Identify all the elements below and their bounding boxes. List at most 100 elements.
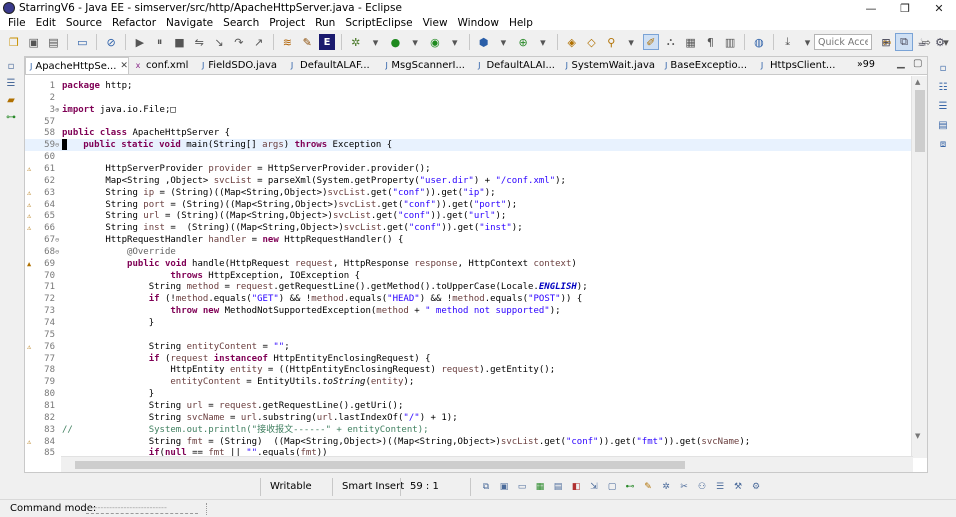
quick-access-input[interactable] (814, 34, 872, 50)
code-line[interactable]: ⚠ 61 HttpServerProvider provider = HttpSe… (25, 163, 913, 175)
tab-fieldsdo[interactable]: J FieldSDO.java (197, 57, 283, 74)
restore-icon[interactable]: ▫ (3, 59, 19, 73)
word-wrap-icon[interactable]: ▥ (722, 34, 738, 50)
tab-httpsclient[interactable]: J HttpsClient... (753, 57, 843, 74)
disconnect-icon[interactable]: ⇋ (191, 34, 207, 50)
code-text[interactable]: } (62, 388, 154, 400)
settings-icon[interactable]: ⚙ (748, 480, 764, 494)
tab-conf-xml[interactable]: x conf.xml (129, 57, 197, 74)
code-text[interactable]: package http; (62, 80, 132, 92)
code-text[interactable]: public static void main(String[] args) t… (62, 139, 392, 151)
code-line[interactable]: 72 if (!method.equals("GET") && !method.… (25, 293, 913, 305)
code-text[interactable]: String inst = (String)((Map<String,Objec… (62, 222, 522, 234)
expand-fold-icon[interactable]: ⊕ (55, 104, 59, 116)
code-text[interactable]: throw new MethodNotSupportedException(me… (62, 305, 560, 317)
debug-perspective-icon[interactable]: ⚙ (931, 33, 949, 51)
tab-msgscanner[interactable]: J MsgScannerI... (381, 57, 471, 74)
block-selection-icon[interactable]: ▦ (683, 34, 699, 50)
mark-occurrences-icon[interactable]: ✐ (643, 34, 659, 50)
code-line[interactable]: 3 ⊕ import java.io.File;□ (25, 104, 913, 116)
code-line[interactable]: 60 (25, 151, 913, 163)
code-line[interactable]: ⚠ 76 String entityContent = ""; (25, 341, 913, 353)
run-icon[interactable]: ● (387, 34, 403, 50)
type-hierarchy-icon[interactable]: ⊶ (3, 110, 19, 124)
code-line[interactable]: 1 package http; (25, 80, 913, 92)
package-explorer-icon[interactable]: ▰ (3, 93, 19, 107)
code-text[interactable]: public class ApacheHttpServer { (62, 127, 230, 139)
show-whitespace-icon[interactable]: ¶ (702, 34, 718, 50)
outline-icon[interactable]: ☷ (935, 80, 951, 94)
tab-defaultalaf[interactable]: J DefaultALAF... (283, 57, 381, 74)
code-line[interactable]: 58 public class ApacheHttpServer { (25, 127, 913, 139)
java-perspective-icon[interactable]: ☕ (913, 33, 931, 51)
code-line[interactable]: 81 String url = request.getRequestLine()… (25, 400, 913, 412)
new-class-icon[interactable]: ⊕ (515, 34, 531, 50)
list-icon[interactable]: ☰ (712, 480, 728, 494)
gear-icon[interactable]: ✲ (658, 480, 674, 494)
chart-icon[interactable]: ◧ (568, 480, 584, 494)
code-text[interactable]: String svcName = url.substring(url.lastI… (62, 412, 458, 424)
code-line[interactable]: ⚠ 84 String fmt = (String) ((Map<String,O… (25, 436, 913, 448)
new-icon[interactable]: ❒ (6, 34, 22, 50)
monitor-icon[interactable]: ▢ (604, 480, 620, 494)
skip-breakpoints-icon[interactable]: ⊘ (103, 34, 119, 50)
search-icon[interactable]: ⚲ (603, 34, 619, 50)
code-line[interactable]: 82 String svcName = url.substring(url.la… (25, 412, 913, 424)
save-icon[interactable]: ▣ (26, 34, 42, 50)
collapse-fold-icon[interactable]: ⊖ (55, 139, 59, 151)
dropdown-icon[interactable]: ▾ (407, 34, 423, 50)
vertical-scrollbar[interactable]: ▲ ▼ (911, 76, 927, 458)
servers-icon[interactable]: ⧈ (935, 137, 951, 151)
code-line[interactable]: 71 String method = request.getRequestLin… (25, 281, 913, 293)
dropdown-icon[interactable]: ▾ (447, 34, 463, 50)
code-line[interactable]: 79 entityContent = EntityUtils.toString(… (25, 376, 913, 388)
code-line[interactable]: 73 throw new MethodNotSupportedException… (25, 305, 913, 317)
code-text[interactable]: @Override (62, 246, 176, 258)
code-text[interactable]: String ip = (String)((Map<String,Object>… (62, 187, 495, 199)
terminal-icon[interactable]: ▭ (74, 34, 90, 50)
horizontal-scrollbar[interactable] (61, 456, 913, 472)
menu-search[interactable]: Search (218, 17, 264, 29)
code-text[interactable]: HttpRequestHandler handler = new HttpReq… (62, 234, 403, 246)
command-input[interactable]: ---------------------------- (86, 503, 198, 514)
resume-icon[interactable]: ▶ (132, 34, 148, 50)
markers-icon[interactable]: ▤ (935, 118, 951, 132)
step-return-icon[interactable]: ↗ (251, 34, 267, 50)
code-line[interactable]: 80 } (25, 388, 913, 400)
open-resource-icon[interactable]: ◇ (584, 34, 600, 50)
project-explorer-icon[interactable]: ☰ (3, 76, 19, 90)
code-text[interactable]: Map<String ,Object> svcList = parseXml(S… (62, 175, 566, 187)
users-icon[interactable]: ⚇ (694, 480, 710, 494)
scroll-up-icon[interactable]: ▲ (915, 78, 920, 86)
menu-refactor[interactable]: Refactor (107, 17, 161, 29)
toggle-breadcrumb-icon[interactable]: ⛬ (663, 34, 679, 50)
code-line[interactable]: 83 // System.out.println("接收报文------" + e… (25, 424, 913, 436)
code-line[interactable]: ⚠ 65 String url = (String)((Map<String,Ob… (25, 210, 913, 222)
code-line[interactable]: ⚠ 66 String inst = (String)((Map<String,O… (25, 222, 913, 234)
save-all-icon[interactable]: ▤ (46, 34, 62, 50)
menu-source[interactable]: Source (61, 17, 107, 29)
maximize-button[interactable]: ❐ (888, 0, 922, 16)
code-line[interactable]: ⚠ 63 String ip = (String)((Map<String,Obj… (25, 187, 913, 199)
collapse-fold-icon[interactable]: ⊖ (55, 246, 59, 258)
code-line[interactable]: 77 if (request instanceof HttpEntityEncl… (25, 353, 913, 365)
plug-icon[interactable]: ⊷ (622, 480, 638, 494)
collapse-fold-icon[interactable]: ⊖ (55, 234, 59, 246)
close-tab-icon[interactable]: ✕ (120, 61, 128, 71)
restore-icon[interactable]: ▫ (935, 61, 951, 75)
code-text[interactable]: if (!method.equals("GET") && !method.equ… (62, 293, 583, 305)
minimize-button[interactable]: — (854, 0, 888, 16)
pin-icon[interactable]: ✎ (640, 480, 656, 494)
maximize-editor-icon[interactable]: ▢ (913, 58, 922, 69)
grid-icon[interactable]: ▦ (532, 480, 548, 494)
dropdown-icon[interactable]: ▾ (535, 34, 551, 50)
open-type-icon[interactable]: ◈ (564, 34, 580, 50)
code-text[interactable]: } (62, 317, 154, 329)
code-text[interactable]: HttpEntity entity = ((HttpEntityEnclosin… (62, 364, 555, 376)
minimize-editor-icon[interactable]: ▁ (897, 58, 905, 69)
code-line[interactable]: 78 HttpEntity entity = ((HttpEntityEnclo… (25, 364, 913, 376)
code-text[interactable]: String entityContent = ""; (62, 341, 290, 353)
terminate-icon[interactable]: ■ (172, 34, 188, 50)
dropdown-icon[interactable]: ▾ (495, 34, 511, 50)
menu-scripteclipse[interactable]: ScriptEclipse (340, 17, 417, 29)
